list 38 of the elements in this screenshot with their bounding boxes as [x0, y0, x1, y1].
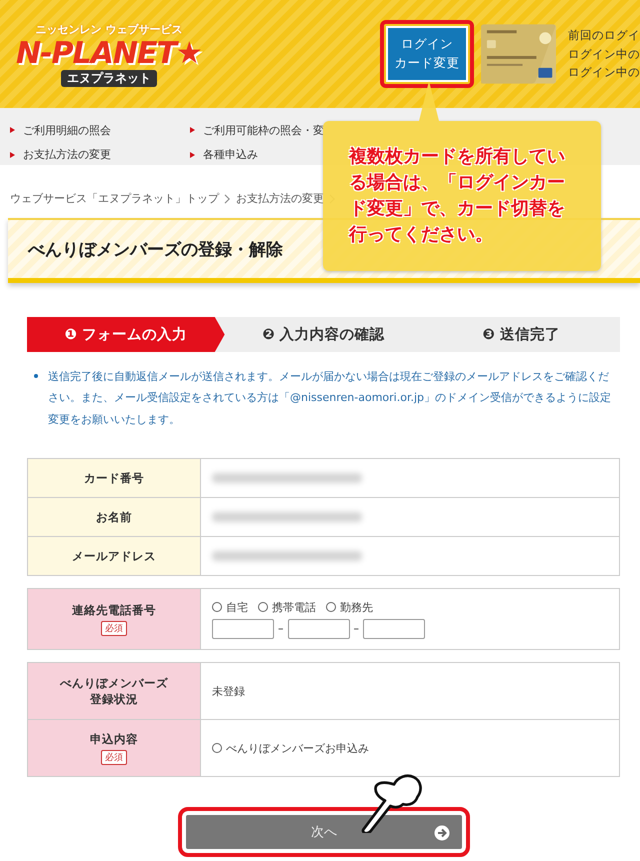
- table-header-cell-text: べんりぼメンバーズ: [58, 675, 169, 692]
- status-value: 未登録: [212, 684, 245, 698]
- nav-link[interactable]: 各種申込み: [190, 144, 258, 165]
- breadcrumb-link[interactable]: ウェブサービス「エヌプラネット」トップ: [10, 191, 219, 206]
- radio-option[interactable]: 携帯電話: [258, 600, 316, 615]
- table-header-cell: お名前: [28, 498, 200, 537]
- page-title: べんりぼメンバーズの登録・解除: [28, 238, 283, 260]
- login-info-text: 前回のログイ: [568, 27, 640, 44]
- notice-text: 送信完了後に自動返信メールが送信されます。メールが届かない場合は現在ご登録のメールアドレスをご確認ください。また、メール受信設定をされている方は「@nissenren-aomori.or.jp」のドメイン受信ができるように設定変更をお願いいたします。: [48, 369, 612, 428]
- table-header-cell-text: 連絡先電話番号: [71, 602, 157, 618]
- table-header-cell: カード番号: [28, 458, 200, 498]
- login-info-text: ログイン中の: [568, 64, 640, 82]
- phone-input-field[interactable]: [363, 618, 425, 639]
- step-label: ❷ 入力内容の確認: [261, 325, 386, 345]
- dash-separator: –: [278, 622, 284, 636]
- next-button[interactable]: 次へ: [178, 807, 470, 858]
- login-card-change-button[interactable]: ログイン カード変更: [386, 26, 468, 82]
- table-header-cell: メールアドレス: [28, 536, 200, 576]
- radio-option[interactable]: 勤務先: [326, 600, 373, 615]
- nav-link[interactable]: ご利用明細の照会: [10, 120, 111, 140]
- step-label: ❶ フォームの入力: [27, 317, 225, 352]
- arrow-right-icon: [434, 825, 450, 842]
- phone-input-field[interactable]: [288, 618, 350, 639]
- dash-separator: –: [354, 622, 359, 636]
- nav-link[interactable]: お支払方法の変更: [10, 144, 111, 165]
- step-label: ❸ 送信完了: [482, 325, 561, 345]
- radio-option[interactable]: べんりぼメンバーズお申込み: [212, 740, 369, 756]
- chevron-icon: [224, 194, 231, 204]
- logo-tagline: ニッセンレン ウェブサービス: [35, 22, 182, 36]
- login-info-text: ログイン中の: [568, 46, 640, 63]
- phone-input-field[interactable]: [212, 618, 274, 639]
- required-badge: 必須: [101, 620, 127, 636]
- table-header-cell-text: 登録状況: [88, 691, 139, 708]
- logo-reading: エヌプラネット: [60, 70, 157, 86]
- table-header-cell-text: 申込内容: [89, 732, 139, 747]
- required-badge: 必須: [101, 750, 127, 765]
- radio-option[interactable]: 自宅: [212, 600, 248, 615]
- callout-text: 複数枚カードを所有している場合は、「ログインカード変更」で、カード切替を行ってください。: [349, 144, 566, 248]
